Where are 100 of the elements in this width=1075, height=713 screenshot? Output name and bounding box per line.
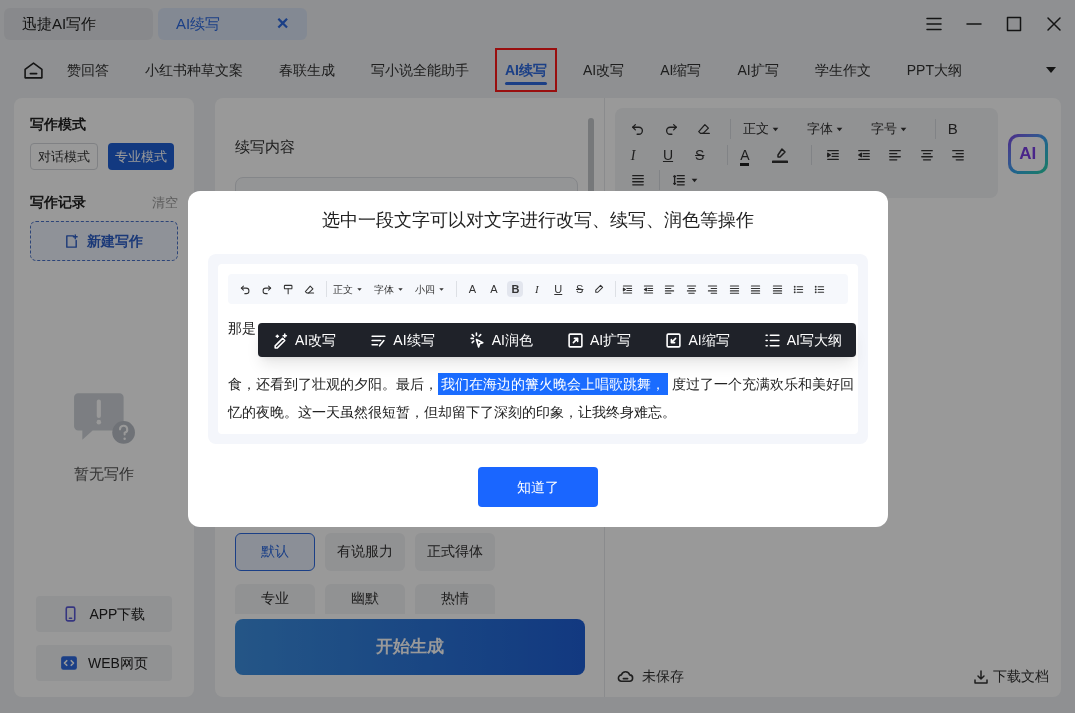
- redo-icon[interactable]: [663, 122, 678, 136]
- maximize-icon[interactable]: [1005, 15, 1023, 33]
- underline-button[interactable]: U: [550, 281, 567, 297]
- justify-icon[interactable]: [630, 173, 645, 187]
- bold-button[interactable]: B: [947, 117, 958, 141]
- align-left-icon[interactable]: [664, 283, 676, 295]
- style-dropdown[interactable]: 字体: [806, 119, 844, 139]
- ai-assistant-button[interactable]: AI: [1007, 134, 1048, 174]
- mode-button[interactable]: 对话模式: [30, 143, 98, 170]
- save-status: 未保存: [616, 666, 684, 687]
- download-link-button[interactable]: WEB网页: [36, 645, 172, 681]
- window-tab[interactable]: 迅捷AI写作: [4, 8, 153, 40]
- generate-button[interactable]: 开始生成: [234, 618, 585, 675]
- eraser-icon[interactable]: [696, 122, 711, 136]
- align-center-icon[interactable]: [685, 283, 697, 295]
- window-tab[interactable]: AI续写 ✕: [158, 8, 307, 40]
- tone-option-button[interactable]: 有说服力: [324, 532, 405, 571]
- paragraph-fragment: 那是: [228, 320, 256, 336]
- nav-tab[interactable]: 小红书种草文案: [135, 48, 253, 92]
- style-dropdown[interactable]: 正文: [742, 119, 780, 139]
- style-dropdown[interactable]: 字体: [373, 281, 404, 297]
- list-icon[interactable]: [793, 283, 805, 295]
- italic-button[interactable]: I: [528, 281, 545, 297]
- paragraph: 食，还看到了壮观的夕阳。最后， 我们在海边的篝火晚会上唱歌跳舞， 度过了一个充满欢乐和美好回忆的夜晚。这一天虽然很短暂，但却留下了深刻的印象，让我终身难忘。: [228, 370, 858, 426]
- menu-icon[interactable]: [925, 15, 943, 33]
- tone-option-button[interactable]: 默认: [234, 532, 315, 571]
- ai-action-button[interactable]: AI写大纲: [763, 326, 842, 354]
- undo-icon[interactable]: [240, 283, 251, 295]
- justify-icon[interactable]: [771, 283, 783, 295]
- caret-icon: [355, 285, 363, 293]
- font-size-button[interactable]: A: [485, 281, 502, 297]
- nav-tab[interactable]: 写小说全能助手: [361, 48, 479, 92]
- download-link-button[interactable]: APP下载: [36, 596, 172, 632]
- nav-tab[interactable]: AI改写: [573, 48, 635, 92]
- empty-text: 暂无写作: [73, 464, 134, 484]
- highlighter-icon[interactable]: [772, 147, 789, 163]
- outdent-icon[interactable]: [857, 148, 872, 162]
- style-dropdown[interactable]: 正文: [332, 281, 363, 297]
- indent-icon[interactable]: [621, 283, 633, 295]
- new-writing-button[interactable]: 新建写作: [30, 221, 178, 261]
- tone-option-button[interactable]: 幽默: [324, 583, 405, 614]
- new-document-icon: [64, 233, 80, 249]
- align-right-icon[interactable]: [707, 283, 719, 295]
- field-label: 续写内容: [234, 137, 296, 157]
- nav-tab[interactable]: 学生作文: [804, 48, 881, 92]
- tone-option-button[interactable]: 正式得体: [414, 532, 495, 571]
- sparkle-cursor-icon: [468, 331, 486, 349]
- download-document-button[interactable]: 下载文档: [973, 666, 1049, 687]
- close-icon[interactable]: [1045, 15, 1063, 33]
- web-code-icon: [59, 654, 78, 672]
- dialog-title: 选中一段文字可以对文字进行改写、续写、润色等操作: [322, 209, 754, 232]
- cloud-icon: [616, 668, 634, 685]
- caret-icon: [437, 285, 445, 293]
- line-spacing-icon[interactable]: [671, 173, 686, 187]
- pen-icon[interactable]: [593, 283, 605, 295]
- justify-icon[interactable]: [750, 283, 762, 295]
- nav-tab[interactable]: 赞回答: [57, 48, 119, 92]
- indent-icon[interactable]: [826, 148, 841, 162]
- close-tab-button[interactable]: ✕: [276, 12, 289, 36]
- list-icon[interactable]: [814, 283, 826, 295]
- ai-action-button[interactable]: AI改写: [272, 326, 337, 354]
- style-dropdown[interactable]: 字号: [870, 119, 908, 139]
- strikethrough-button[interactable]: S: [571, 281, 588, 297]
- tone-option-button[interactable]: 热情: [414, 583, 495, 614]
- justify-icon[interactable]: [728, 283, 740, 295]
- strikethrough-button[interactable]: S: [695, 147, 705, 163]
- nav-tab[interactable]: PPT大纲: [896, 48, 972, 92]
- ai-action-button[interactable]: AI润色: [468, 326, 533, 354]
- mode-button[interactable]: 专业模式: [108, 143, 174, 170]
- italic-button[interactable]: I: [630, 148, 636, 163]
- outdent-icon[interactable]: [642, 283, 654, 295]
- style-dropdown[interactable]: 小四: [414, 281, 445, 297]
- line-spacing-dropdown[interactable]: [671, 173, 699, 187]
- font-size-button[interactable]: A: [464, 281, 481, 297]
- undo-icon[interactable]: [630, 122, 645, 136]
- redo-icon[interactable]: [261, 283, 273, 295]
- underline-button[interactable]: U: [662, 147, 674, 163]
- ai-action-button[interactable]: AI扩写: [567, 326, 632, 354]
- home-icon[interactable]: [23, 59, 44, 81]
- nav-tab[interactable]: AI扩写: [727, 48, 789, 92]
- bold-button[interactable]: B: [507, 281, 524, 297]
- paint-roller-icon[interactable]: [282, 283, 294, 295]
- shrink-icon: [665, 331, 683, 349]
- eraser-icon[interactable]: [304, 283, 316, 295]
- section-title: 写作记录: [30, 193, 86, 212]
- download-icon: [973, 668, 989, 685]
- nav-tab[interactable]: AI缩写: [650, 48, 712, 92]
- align-left-icon[interactable]: [888, 148, 903, 162]
- caret-icon: [396, 285, 404, 293]
- ai-action-button[interactable]: AI缩写: [665, 326, 730, 354]
- ai-action-button[interactable]: AI续写: [370, 326, 435, 354]
- confirm-button[interactable]: 知道了: [478, 467, 598, 507]
- align-center-icon[interactable]: [919, 148, 934, 162]
- tone-option-button[interactable]: 专业: [234, 583, 315, 614]
- font-color-button[interactable]: A: [740, 147, 750, 166]
- nav-tab[interactable]: 春联生成: [269, 48, 345, 92]
- list-icon: [763, 331, 781, 349]
- section-title: 写作模式: [30, 115, 87, 134]
- nav-tab[interactable]: AI续写: [495, 48, 557, 92]
- align-right-icon[interactable]: [950, 148, 965, 162]
